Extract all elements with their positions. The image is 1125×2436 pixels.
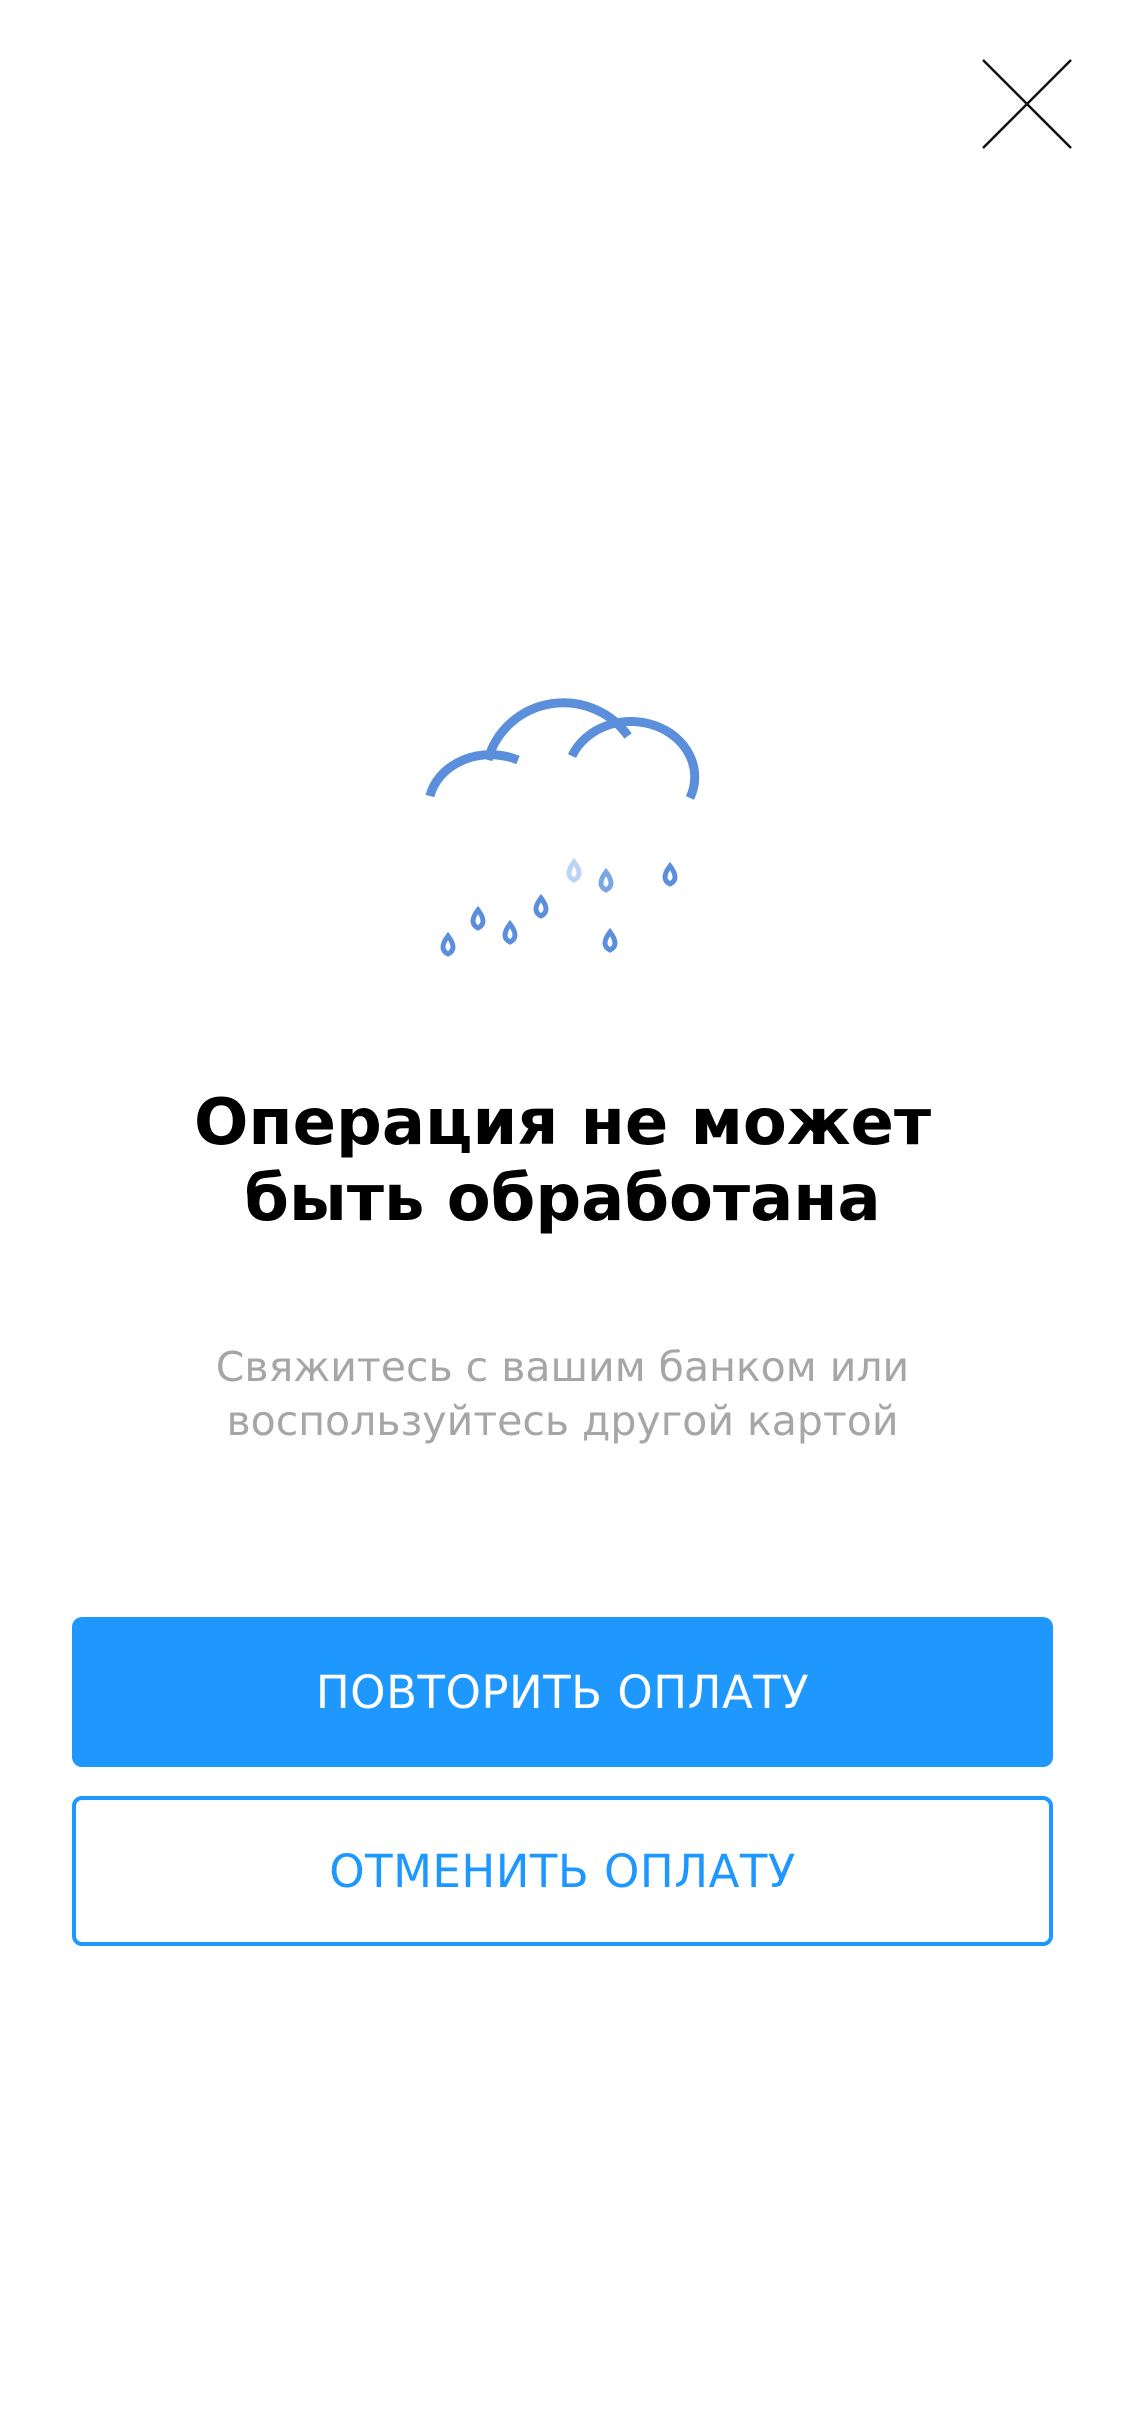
retry-payment-label: ПОВТОРИТЬ ОПЛАТУ bbox=[315, 1665, 810, 1719]
error-title-line2: быть обработана bbox=[244, 1162, 881, 1236]
rain-cloud-illustration bbox=[422, 676, 702, 976]
error-title: Операция не может быть обработана bbox=[60, 1085, 1065, 1237]
error-subtitle-line1: Свяжитесь с вашим банком или bbox=[215, 1343, 910, 1391]
retry-payment-button[interactable]: ПОВТОРИТЬ ОПЛАТУ bbox=[72, 1617, 1053, 1767]
cancel-payment-label: ОТМЕНИТЬ ОПЛАТУ bbox=[329, 1844, 796, 1898]
rain-cloud-icon bbox=[425, 698, 700, 957]
error-title-line1: Операция не может bbox=[193, 1086, 932, 1160]
error-subtitle: Свяжитесь с вашим банком или воспользуйт… bbox=[110, 1340, 1015, 1448]
close-button[interactable] bbox=[975, 52, 1079, 156]
close-icon bbox=[982, 59, 1072, 149]
error-subtitle-line2: воспользуйтесь другой картой bbox=[226, 1397, 899, 1445]
cancel-payment-button[interactable]: ОТМЕНИТЬ ОПЛАТУ bbox=[72, 1796, 1053, 1946]
